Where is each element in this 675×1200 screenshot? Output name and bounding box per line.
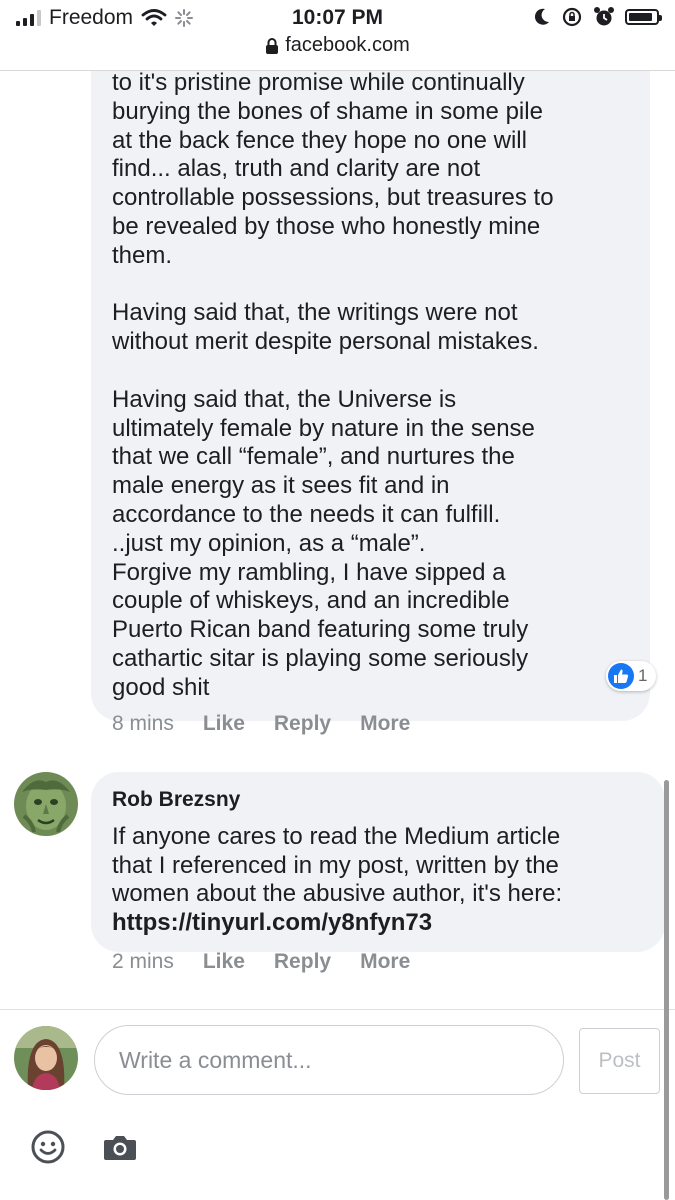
comment-bubble: Rob Brezsny If anyone cares to read the …: [91, 772, 665, 952]
lock-icon: [266, 37, 279, 54]
reply-button[interactable]: Reply: [274, 712, 331, 736]
more-button[interactable]: More: [360, 950, 410, 974]
emoji-icon[interactable]: [30, 1129, 66, 1165]
like-button[interactable]: Like: [203, 712, 245, 736]
comment-actions: 8 mins Like Reply More: [112, 712, 439, 736]
comments-area[interactable]: to it's pristine promise while continual…: [0, 71, 675, 1200]
camera-icon[interactable]: [103, 1133, 137, 1161]
more-button[interactable]: More: [360, 712, 410, 736]
reaction-count: 1: [638, 666, 648, 685]
reply-button[interactable]: Reply: [274, 950, 331, 974]
alarm-icon: [594, 7, 614, 26]
moon-icon: [534, 8, 549, 25]
comment-paragraph: Having said that, the Universe is ultima…: [112, 385, 535, 701]
url-text: facebook.com: [285, 34, 410, 56]
green-man-avatar-image: [14, 772, 78, 836]
user-avatar-image: [14, 1026, 78, 1090]
post-button-label: Post: [598, 1049, 641, 1072]
rotation-lock-icon: [562, 7, 582, 27]
comment-paragraph: Having said that, the writings were not …: [112, 299, 539, 356]
comment-text: If anyone cares to read the Medium artic…: [112, 822, 563, 908]
comment-timestamp[interactable]: 8 mins: [112, 712, 174, 736]
comment-bubble: to it's pristine promise while continual…: [91, 71, 650, 721]
composer-divider: [0, 1009, 675, 1010]
thumbs-up-icon: [608, 663, 634, 689]
comment-link[interactable]: https://tinyurl.com/y8nfyn73: [112, 909, 657, 938]
status-icons: [533, 6, 662, 28]
comment-timestamp[interactable]: 2 mins: [112, 950, 174, 974]
battery-icon: [625, 9, 662, 25]
user-avatar: [14, 1026, 78, 1090]
url-bar[interactable]: facebook.com: [0, 34, 675, 68]
status-bar: Freedom 10:07 PM: [0, 0, 675, 34]
scrollbar[interactable]: [664, 780, 669, 1200]
comment-author[interactable]: Rob Brezsny: [112, 786, 657, 815]
like-button[interactable]: Like: [203, 950, 245, 974]
comment-paragraph: to it's pristine promise while continual…: [112, 71, 554, 269]
comment-input[interactable]: Write a comment...: [94, 1025, 564, 1095]
comment-actions: 2 mins Like Reply More: [112, 950, 439, 974]
reaction-count-badge[interactable]: 1: [606, 661, 657, 691]
avatar[interactable]: [14, 772, 78, 836]
comment-input-placeholder: Write a comment...: [119, 1046, 312, 1073]
post-button[interactable]: Post: [579, 1028, 660, 1094]
